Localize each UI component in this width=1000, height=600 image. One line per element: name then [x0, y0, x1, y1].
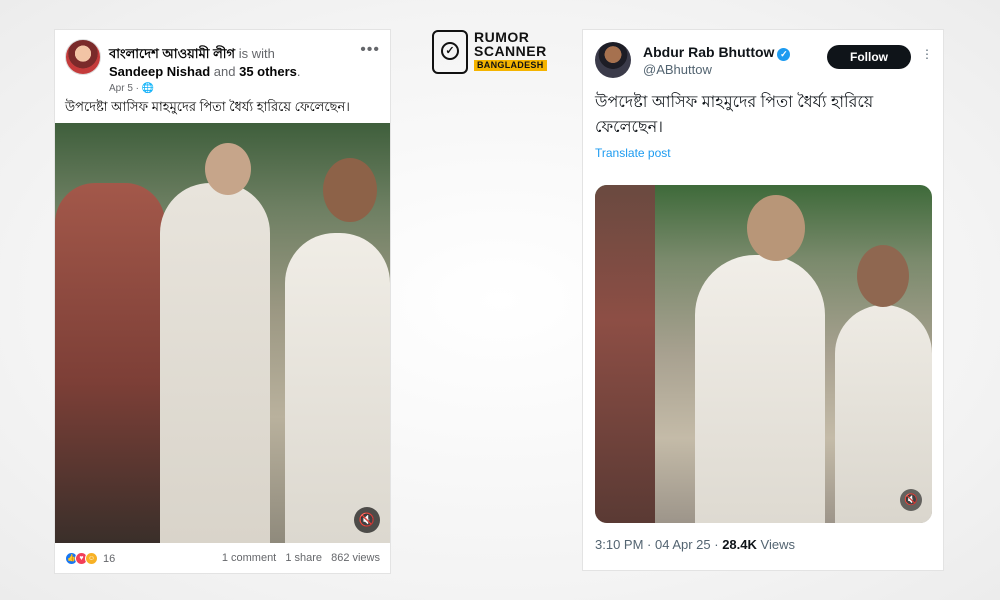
- views-label: Views: [760, 537, 795, 552]
- logo-check-mark: ✓: [441, 42, 459, 60]
- video-figure: [55, 183, 165, 543]
- mute-icon[interactable]: 🔇: [354, 507, 380, 533]
- video-figure: [323, 158, 377, 222]
- others-link[interactable]: 35 others: [239, 64, 297, 79]
- facebook-post-header: বাংলাদেশ আওয়ামী লীগ is with Sandeep Nis…: [65, 39, 380, 94]
- post-footer: 👍 ♥ ☺ 16 1 comment 1 share 862 views: [65, 550, 380, 568]
- comment-count[interactable]: 1 comment: [222, 552, 276, 564]
- logo-line3: BANGLADESH: [474, 60, 547, 71]
- post-text: উপদেষ্টা আসিফ মাহমুদের পিতা ধৈর্য্য হারি…: [595, 94, 874, 136]
- display-name-line[interactable]: Abdur Rab Bhuttow ✓: [643, 44, 791, 61]
- haha-reaction-icon: ☺: [85, 552, 98, 565]
- follow-button[interactable]: Follow: [827, 45, 911, 69]
- post-video[interactable]: 🔇: [595, 185, 932, 523]
- post-date[interactable]: Apr 5 · 🌐: [109, 83, 154, 94]
- post-view-count: 28.4K: [722, 537, 757, 552]
- facebook-post-card: বাংলাদেশ আওয়ামী লীগ is with Sandeep Nis…: [55, 30, 390, 573]
- x-post-card: Abdur Rab Bhuttow ✓ @ABhuttow Follow ⋮ উপ…: [583, 30, 943, 570]
- video-figure: [747, 195, 805, 261]
- post-author-line: বাংলাদেশ আওয়ামী লীগ is with: [109, 46, 275, 62]
- translate-post-link[interactable]: Translate post: [595, 146, 671, 160]
- logo-line1: RUMOR: [474, 29, 530, 45]
- video-figure: [205, 143, 251, 195]
- more-options-icon[interactable]: •••: [360, 41, 380, 59]
- video-figure: [160, 183, 270, 543]
- page-name-link[interactable]: বাংলাদেশ আওয়ামী লীগ: [109, 46, 235, 61]
- video-figure: [857, 245, 909, 307]
- is-with-text: is with: [238, 46, 275, 61]
- post-time[interactable]: 3:10 PM · 04 Apr 25 ·: [595, 537, 719, 552]
- rumor-scanner-logo: ✓ RUMOR SCANNER BANGLADESH: [432, 28, 552, 76]
- user-avatar[interactable]: [595, 42, 631, 78]
- post-stats: 1 comment 1 share 862 views: [216, 552, 380, 564]
- user-handle[interactable]: @ABhuttow: [643, 62, 712, 77]
- more-options-icon[interactable]: ⋮: [921, 47, 933, 61]
- page-avatar[interactable]: [65, 39, 101, 75]
- phone-check-icon: ✓: [432, 30, 468, 74]
- display-name: Abdur Rab Bhuttow: [643, 44, 775, 60]
- video-figure: [595, 185, 655, 523]
- post-date-text: Apr 5 ·: [109, 83, 140, 94]
- view-count: 862 views: [331, 552, 380, 564]
- post-video[interactable]: 🔇: [55, 123, 390, 543]
- tagged-line: Sandeep Nishad and 35 others.: [109, 64, 301, 80]
- post-meta: 3:10 PM · 04 Apr 25 · 28.4K Views: [595, 537, 795, 552]
- reactions[interactable]: 👍 ♥ ☺ 16: [65, 552, 115, 565]
- logo-line2: SCANNER: [474, 43, 547, 59]
- globe-icon: 🌐: [141, 83, 155, 94]
- period-text: .: [296, 64, 301, 79]
- video-figure: [285, 233, 390, 543]
- share-count[interactable]: 1 share: [285, 552, 322, 564]
- and-text: and: [213, 64, 236, 79]
- tagged-person-link[interactable]: Sandeep Nishad: [109, 64, 210, 79]
- mute-icon[interactable]: 🔇: [900, 489, 922, 511]
- post-text: উপদেষ্টা আসিফ মাহমুদের পিতা ধৈর্য্য হারি…: [65, 99, 350, 114]
- reaction-count: 16: [103, 552, 116, 565]
- verified-badge-icon: ✓: [777, 48, 791, 61]
- video-figure: [695, 255, 825, 523]
